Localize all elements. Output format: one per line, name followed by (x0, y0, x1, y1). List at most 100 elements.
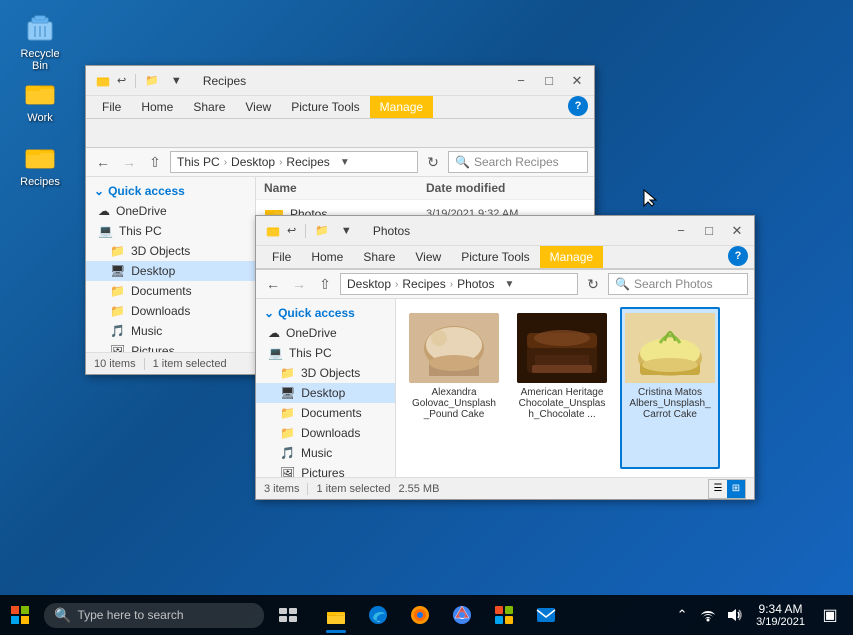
photos-ribbon-tab-home[interactable]: Home (301, 246, 353, 268)
thumbnail-carrot-cake[interactable]: Cristina Matos Albers_Unsplash_Carrot Ca… (620, 307, 720, 469)
photos-sidebar-desktop[interactable]: 🖥 Desktop (256, 383, 395, 403)
ribbon-tab-home[interactable]: Home (131, 96, 183, 118)
col-header-name[interactable]: Name (264, 181, 426, 195)
ribbon-tab-view[interactable]: View (235, 96, 281, 118)
photos-minimize-btn[interactable]: − (668, 221, 694, 241)
photos-maximize-btn[interactable]: □ (696, 221, 722, 241)
thumbnail-chocolate[interactable]: American Heritage Chocolate_Unsplash_Cho… (512, 307, 612, 469)
photos-qat-new-folder-btn[interactable]: 📁 (310, 222, 334, 239)
view-toggle-list-btn[interactable]: ☰ (709, 480, 727, 498)
sidebar-onedrive[interactable]: ☁ OneDrive (86, 201, 255, 221)
sidebar-pictures[interactable]: 🖼 Pictures (86, 341, 255, 352)
sidebar-music-label: Music (131, 324, 162, 338)
ribbon-tab-picture-tools[interactable]: Picture Tools (281, 96, 369, 118)
taskbar-app-edge[interactable] (358, 595, 398, 635)
refresh-btn[interactable]: ↻ (422, 151, 444, 173)
photos-sidebar-downloads[interactable]: 📁 Downloads (256, 423, 395, 443)
tray-network-icon[interactable] (696, 595, 720, 635)
nav-forward-btn[interactable]: → (118, 151, 140, 173)
system-clock[interactable]: 9:34 AM 3/19/2021 (748, 595, 813, 635)
photos-size: 2.55 MB (398, 483, 439, 495)
path-this-pc[interactable]: This PC (177, 155, 220, 169)
status-separator (144, 358, 145, 370)
photos-search-box[interactable]: 🔍 Search Photos (608, 273, 748, 295)
taskbar-app-store[interactable] (484, 595, 524, 635)
photos-close-btn[interactable]: ✕ (724, 221, 750, 241)
ribbon-tab-share[interactable]: Share (183, 96, 235, 118)
photos-sidebar-documents[interactable]: 📁 Documents (256, 403, 395, 423)
photos-folder-pictures-icon: 🖼 (280, 466, 295, 477)
help-button[interactable]: ? (568, 96, 588, 116)
ribbon-tab-file[interactable]: File (92, 96, 131, 118)
photos-sidebar-3d-objects[interactable]: 📁 3D Objects (256, 363, 395, 383)
task-view-button[interactable] (268, 595, 308, 635)
photos-path-dropdown-btn[interactable]: ▼ (498, 273, 520, 295)
photos-nav-forward-btn[interactable]: → (288, 273, 310, 295)
nav-up-btn[interactable]: ⇧ (144, 151, 166, 173)
photos-address-bar: ← → ⇧ Desktop › Recipes › Photos ▼ ↻ 🔍 S… (256, 270, 754, 299)
photos-sidebar-onedrive[interactable]: ☁ OneDrive (256, 323, 395, 343)
qat-new-folder-btn[interactable]: 📁 (140, 72, 164, 89)
desktop-icon-work[interactable]: Work (8, 72, 72, 128)
desktop-icon-recycle-bin[interactable]: Recycle Bin (8, 8, 72, 76)
col-header-date[interactable]: Date modified (426, 181, 586, 195)
path-dropdown-btn[interactable]: ▼ (334, 151, 356, 173)
photos-help-button[interactable]: ? (728, 246, 748, 266)
photos-nav-back-btn[interactable]: ← (262, 273, 284, 295)
thumbnail-pound-cake[interactable]: Alexandra Golovac_Unsplash_Pound Cake (404, 307, 504, 469)
taskbar-app-file-explorer[interactable] (316, 595, 356, 635)
photos-ribbon-tab-view[interactable]: View (405, 246, 451, 268)
desktop-icon-recipes[interactable]: Recipes (8, 136, 72, 192)
sidebar-downloads[interactable]: 📁 Downloads (86, 301, 255, 321)
view-toggle-grid-btn[interactable]: ⊞ (727, 480, 745, 498)
taskbar-pinned-apps (316, 595, 566, 635)
photos-sidebar-music[interactable]: 🎵 Music (256, 443, 395, 463)
photos-path-photos[interactable]: Photos (457, 277, 494, 291)
sidebar-onedrive-label: OneDrive (116, 204, 167, 218)
taskbar-search[interactable]: 🔍 Type here to search (44, 603, 264, 628)
path-desktop[interactable]: Desktop (231, 155, 275, 169)
sidebar-this-pc[interactable]: 💻 This PC (86, 221, 255, 241)
photos-qat-dropdown-btn[interactable]: ▼ (336, 223, 357, 239)
photos-sidebar-quick-access[interactable]: ⌄ Quick access (256, 303, 395, 323)
clock-date: 3/19/2021 (756, 616, 805, 628)
photos-ribbon-tab-manage[interactable]: Manage (540, 246, 603, 268)
start-button[interactable] (0, 595, 40, 635)
recycle-bin-label: Recycle Bin (12, 48, 68, 72)
sidebar-3d-objects[interactable]: 📁 3D Objects (86, 241, 255, 261)
tray-chevron-icon[interactable]: ⌃ (670, 595, 694, 635)
qat-undo-btn[interactable]: ↩ (112, 72, 131, 89)
system-tray: ⌃ 9:34 AM 3/19/2021 ▣ (662, 595, 853, 635)
nav-back-btn[interactable]: ← (92, 151, 114, 173)
photos-refresh-btn[interactable]: ↻ (582, 273, 604, 295)
taskbar-app-chrome[interactable] (442, 595, 482, 635)
photos-folder-music-icon: 🎵 (280, 446, 295, 460)
recipes-search-box[interactable]: 🔍 Search Recipes (448, 151, 588, 173)
notification-center-btn[interactable]: ▣ (815, 595, 845, 635)
photos-sidebar-downloads-label: Downloads (301, 426, 360, 440)
photos-nav-up-btn[interactable]: ⇧ (314, 273, 336, 295)
recipes-minimize-btn[interactable]: − (508, 71, 534, 91)
qat-dropdown-btn[interactable]: ▼ (166, 73, 187, 89)
photos-qat-undo-btn[interactable]: ↩ (282, 222, 301, 239)
photos-path-desktop[interactable]: Desktop (347, 277, 391, 291)
photos-path-recipes[interactable]: Recipes (402, 277, 445, 291)
sidebar-desktop[interactable]: 🖥 Desktop (86, 261, 255, 281)
path-recipes[interactable]: Recipes (286, 155, 329, 169)
sidebar-documents[interactable]: 📁 Documents (86, 281, 255, 301)
photos-ribbon-tab-share[interactable]: Share (353, 246, 405, 268)
photos-sidebar-pictures[interactable]: 🖼 Pictures (256, 463, 395, 477)
tray-volume-icon[interactable] (722, 595, 746, 635)
recipes-close-btn[interactable]: ✕ (564, 71, 590, 91)
photos-ribbon-tab-picture-tools[interactable]: Picture Tools (451, 246, 539, 268)
taskbar-app-firefox[interactable] (400, 595, 440, 635)
recipes-maximize-btn[interactable]: □ (536, 71, 562, 91)
photos-ribbon-tab-file[interactable]: File (262, 246, 301, 268)
sidebar-quick-access[interactable]: ⌄ Quick access (86, 181, 255, 201)
address-path[interactable]: This PC › Desktop › Recipes ▼ (170, 151, 418, 173)
taskbar-app-mail[interactable] (526, 595, 566, 635)
ribbon-tab-manage[interactable]: Manage (370, 96, 433, 118)
sidebar-music[interactable]: 🎵 Music (86, 321, 255, 341)
photos-sidebar-this-pc[interactable]: 💻 This PC (256, 343, 395, 363)
photos-address-path[interactable]: Desktop › Recipes › Photos ▼ (340, 273, 578, 295)
